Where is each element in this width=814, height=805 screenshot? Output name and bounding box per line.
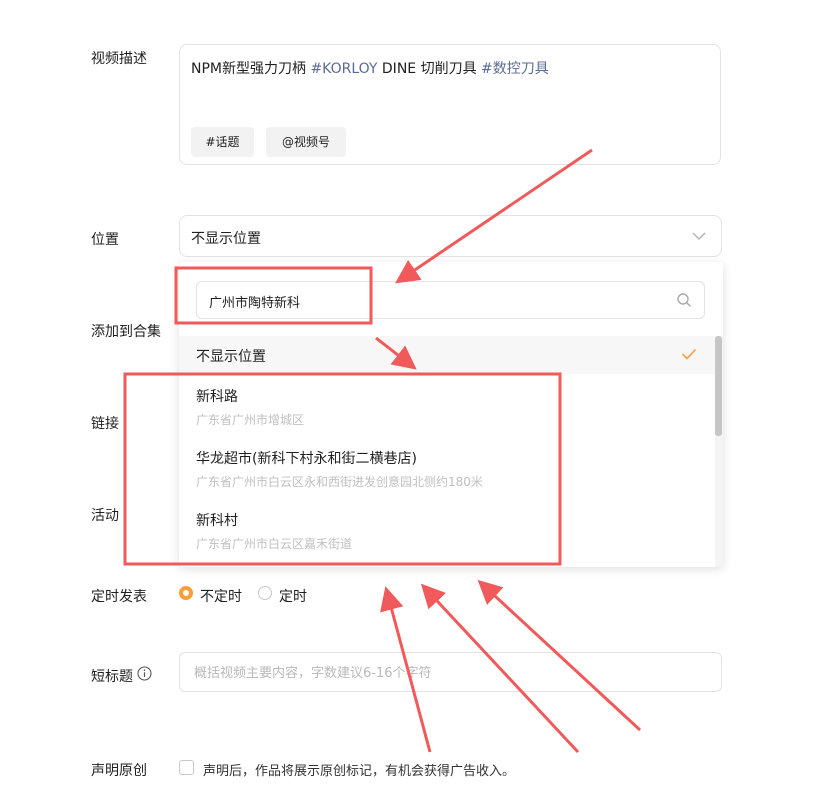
location-search-box[interactable] [196,281,705,319]
location-dropdown: 不显示位置 新科路 广东省广州市增城区 华龙超市(新科下村永和街二横巷店) 广东… [179,262,723,567]
location-result-item[interactable]: 华龙超市(新科下村永和街二横巷店) 广东省广州市白云区永和西街进发创意园北侧约1… [179,448,715,508]
info-icon[interactable] [137,666,152,681]
schedule-radio-now[interactable] [179,586,193,600]
description-label: 视频描述 [91,51,147,67]
location-search-input[interactable] [207,289,651,313]
short-title-input[interactable] [192,662,696,684]
chevron-down-icon [692,232,706,240]
description-field[interactable]: NPM新型强力刀柄 #KORLOY DINE 切削刀具 #数控刀具 #话题 @视… [179,44,721,165]
original-label: 声明原创 [91,763,147,779]
location-result-name: 新科村 [196,513,238,529]
location-option-none[interactable]: 不显示位置 [179,336,715,374]
location-select[interactable]: 不显示位置 [179,215,722,257]
topic-button[interactable]: #话题 [191,127,254,157]
activity-label: 活动 [91,508,119,524]
location-result-name: 华龙超市(新科下村永和街二横巷店) [196,451,417,467]
location-label: 位置 [91,232,119,248]
original-text: 声明后，作品将展示原创标记，有机会获得广告收入。 [203,764,516,779]
hashtag[interactable]: #数控刀具 [481,61,549,77]
short-title-label: 短标题 [91,669,133,685]
link-label: 链接 [91,416,119,432]
original-checkbox[interactable] [179,760,194,775]
mention-channel-button[interactable]: @视频号 [266,127,346,157]
location-result-address: 广东省广州市白云区永和西街进发创意园北侧约180米 [196,475,483,489]
collection-label: 添加到合集 [91,324,161,340]
schedule-option-timed-label[interactable]: 定时 [279,586,307,606]
location-result-address: 广东省广州市增城区 [196,413,305,427]
location-selected-value: 不显示位置 [191,231,261,247]
option-label: 不显示位置 [196,349,266,365]
hashtag[interactable]: #KORLOY [310,61,377,77]
dropdown-scrollbar-thumb[interactable] [715,336,722,436]
location-result-item[interactable]: 新科村 广东省广州市白云区嘉禾街道 [179,510,715,570]
check-icon [681,348,697,360]
description-text-part: NPM新型强力刀柄 [191,61,311,77]
short-title-field[interactable] [179,652,722,692]
schedule-label: 定时发表 [91,589,147,605]
schedule-option-now-label[interactable]: 不定时 [200,586,242,606]
description-text: NPM新型强力刀柄 #KORLOY DINE 切削刀具 #数控刀具 [191,58,549,78]
description-text-part: DINE 切削刀具 [377,61,482,77]
schedule-radio-timed[interactable] [258,586,272,600]
location-result-address: 广东省广州市白云区嘉禾街道 [196,537,353,551]
location-result-name: 新科路 [196,389,238,405]
location-result-item[interactable]: 新科路 广东省广州市增城区 [179,386,715,446]
search-icon[interactable] [676,292,692,308]
